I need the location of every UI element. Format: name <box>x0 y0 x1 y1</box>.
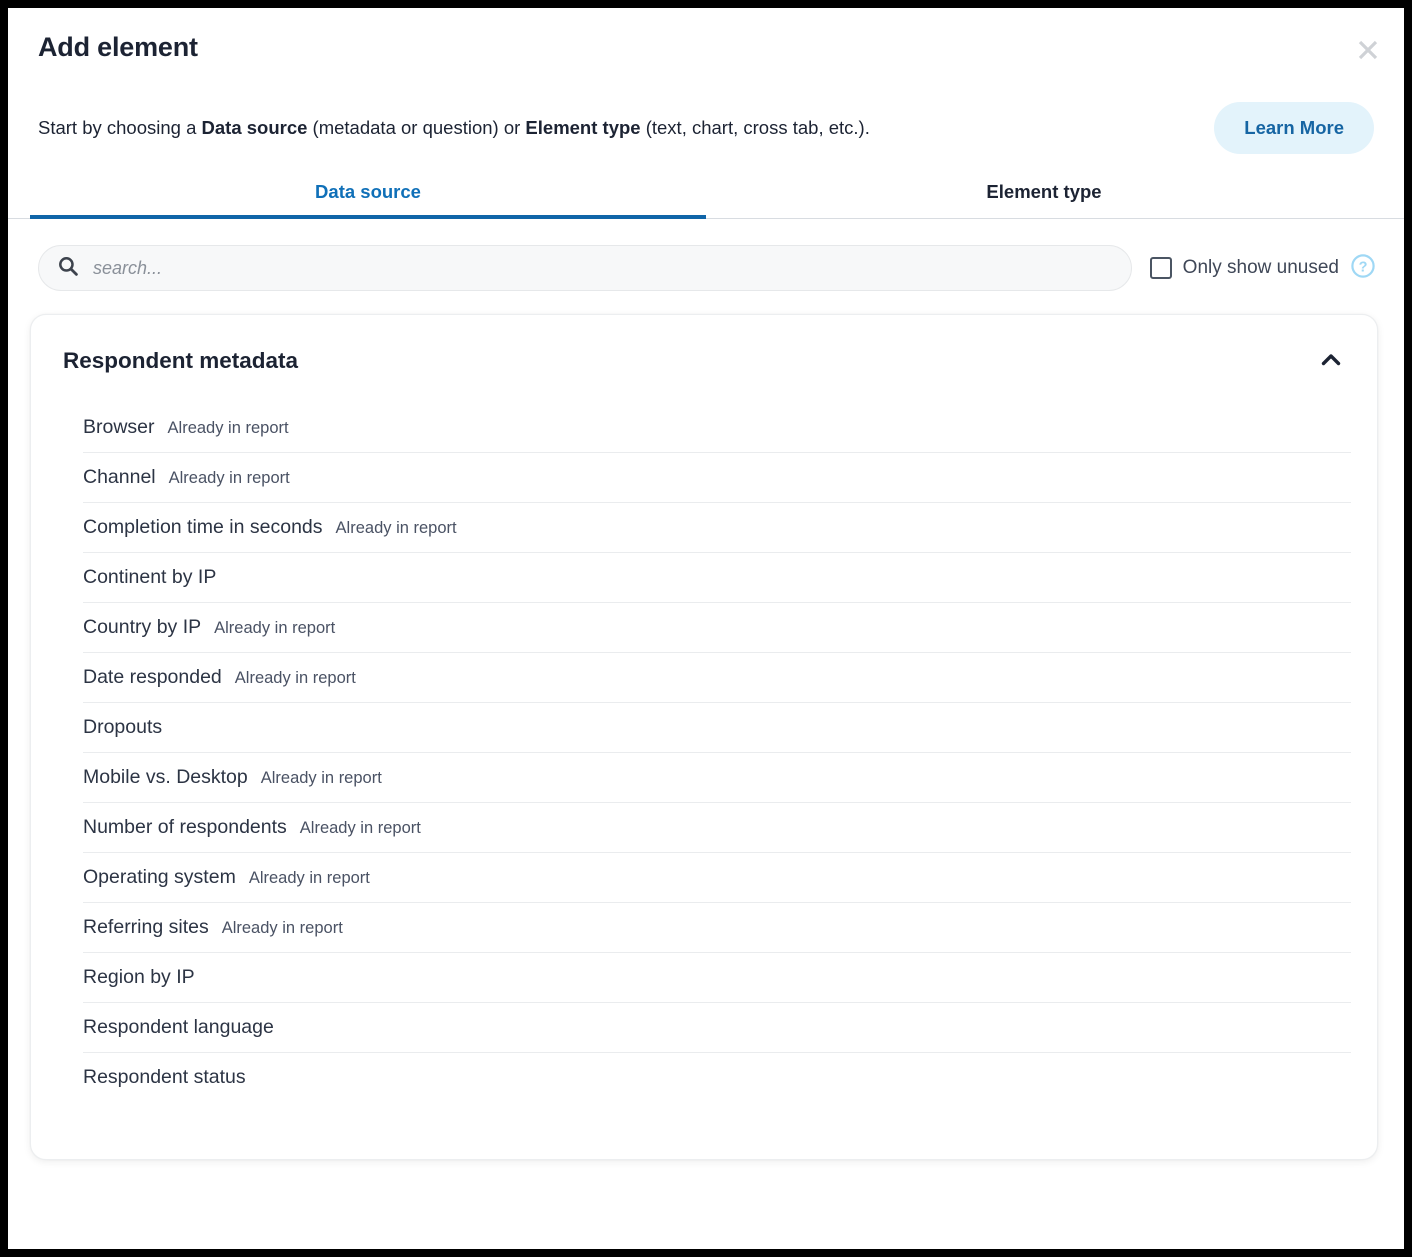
list-item[interactable]: Continent by IP <box>83 553 1351 603</box>
list-item[interactable]: Browser Already in report <box>83 403 1351 453</box>
list-item-label: Operating system <box>83 866 236 888</box>
status-badge: Already in report <box>221 919 343 937</box>
list-item[interactable]: Referring sites Already in report <box>83 903 1351 953</box>
list-item[interactable]: Dropouts <box>83 703 1351 753</box>
only-show-unused-label[interactable]: Only show unused <box>1183 257 1339 279</box>
svg-text:?: ? <box>1359 259 1368 275</box>
list-item-label: Completion time in seconds <box>83 516 323 538</box>
section-title: Respondent metadata <box>63 348 299 373</box>
tab-data-source[interactable]: Data source <box>30 169 706 219</box>
list-item-label: Dropouts <box>83 716 163 738</box>
list-item[interactable]: Mobile vs. Desktop Already in report <box>83 753 1351 803</box>
status-badge: Already in report <box>248 869 370 887</box>
status-badge: Already in report <box>335 519 457 537</box>
list-item[interactable]: Date responded Already in report <box>83 653 1351 703</box>
search-box[interactable] <box>38 245 1132 291</box>
data-source-list: Browser Already in report Channel Already i… <box>31 403 1377 1103</box>
close-icon <box>1353 35 1383 65</box>
status-badge: Already in report <box>260 769 382 787</box>
only-show-unused-filter: Only show unused ? <box>1149 253 1378 284</box>
status-badge: Already in report <box>299 819 421 837</box>
subtitle-text: (text, chart, cross tab, etc.). <box>640 117 870 138</box>
subtitle-emphasis: Data source <box>201 117 308 138</box>
tab-bar: Data source Element type <box>8 169 1404 219</box>
page-title: Add element <box>38 32 198 62</box>
dialog-header: Add element <box>8 8 1404 64</box>
list-item-label: Browser <box>83 416 155 438</box>
list-item[interactable]: Channel Already in report <box>83 453 1351 503</box>
help-circle-icon[interactable]: ? <box>1350 253 1376 284</box>
dialog-subtitle: Start by choosing a Data source (metadat… <box>38 115 890 141</box>
tab-element-type[interactable]: Element type <box>706 169 1382 218</box>
list-item[interactable]: Country by IP Already in report <box>83 603 1351 653</box>
chevron-up-icon <box>1317 346 1345 377</box>
list-item[interactable]: Completion time in seconds Already in rep… <box>83 503 1351 553</box>
list-item[interactable]: Region by IP <box>83 953 1351 1003</box>
search-row: Only show unused ? <box>8 219 1404 291</box>
list-item[interactable]: Operating system Already in report <box>83 853 1351 903</box>
respondent-metadata-card: Respondent metadata Browser Already in re… <box>30 314 1378 1160</box>
subtitle-text: (metadata or question) or <box>307 117 526 138</box>
add-element-dialog: Add element Start by choosing a Data sou… <box>8 8 1404 1249</box>
section-collapse-button[interactable] <box>1311 341 1351 381</box>
list-item[interactable]: Number of respondents Already in report <box>83 803 1351 853</box>
list-item-label: Country by IP <box>83 616 202 638</box>
list-item-label: Region by IP <box>83 966 195 988</box>
search-icon <box>57 255 79 282</box>
list-item-label: Number of respondents <box>83 816 287 838</box>
section-header[interactable]: Respondent metadata <box>31 341 1377 381</box>
only-show-unused-checkbox[interactable] <box>1149 257 1172 279</box>
list-item-label: Continent by IP <box>83 566 217 588</box>
list-item-label: Respondent language <box>83 1016 274 1038</box>
list-item-label: Channel <box>83 466 156 488</box>
subtitle-emphasis: Element type <box>525 117 641 138</box>
list-item-label: Referring sites <box>83 916 209 938</box>
status-badge: Already in report <box>167 419 289 437</box>
search-input[interactable] <box>91 256 1113 280</box>
status-badge: Already in report <box>214 619 336 637</box>
list-item[interactable]: Respondent language <box>83 1003 1351 1053</box>
learn-more-button[interactable]: Learn More <box>1214 102 1374 154</box>
list-item-label: Mobile vs. Desktop <box>83 766 248 788</box>
subtitle-text: Start by choosing a <box>38 117 202 138</box>
status-badge: Already in report <box>168 469 290 487</box>
list-item[interactable]: Respondent status <box>83 1053 1351 1103</box>
list-item-label: Date responded <box>83 666 222 688</box>
close-button[interactable] <box>1346 28 1390 72</box>
subtitle-row: Start by choosing a Data source (metadat… <box>8 101 1404 155</box>
list-item-label: Respondent status <box>83 1066 246 1088</box>
status-badge: Already in report <box>234 669 356 687</box>
